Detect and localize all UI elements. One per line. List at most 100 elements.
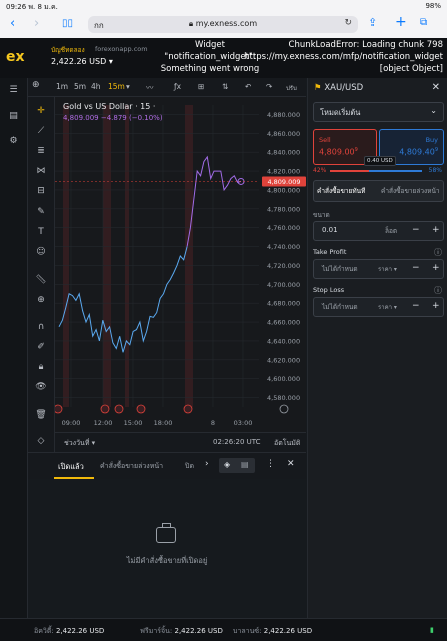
y-tick-label: 4,680.000 — [267, 300, 300, 308]
y-tick-label: 4,580.000 — [267, 394, 300, 402]
event-marker — [55, 404, 63, 414]
y-tick-label: 4,860.000 — [267, 130, 300, 138]
symbol-title[interactable]: ⚑ XAU/USD — [314, 83, 363, 93]
chart-settings-label[interactable]: ปรับ — [286, 83, 297, 93]
briefcase-icon — [156, 523, 176, 543]
add-indicator-icon[interactable]: ⊕ — [32, 80, 40, 90]
tp-increase-button[interactable]: + — [432, 263, 440, 273]
pattern-icon[interactable]: ⋈ — [35, 166, 47, 178]
session-band — [103, 105, 111, 407]
fib-icon[interactable]: ≣ — [35, 146, 47, 158]
text-icon[interactable]: T — [35, 227, 47, 239]
chevron-right-icon[interactable]: › — [205, 459, 209, 469]
tp-decrease-button[interactable]: − — [412, 263, 420, 273]
zoom-icon[interactable]: ⊕ — [35, 295, 47, 307]
account-footer: อิควิตี้: 2,422.26 USD ฟรีมาร์จิ้น: 2,42… — [0, 618, 447, 641]
lock-icon[interactable]: 🔒︎ — [35, 362, 47, 374]
volume-field[interactable]: 0.01 ล็อต − + — [313, 221, 444, 241]
tab-pending-positions[interactable]: คำสั่งซื้อขายล่วงหน้า — [100, 461, 163, 472]
timeframe-4h[interactable]: 4h — [91, 82, 101, 91]
emoji-icon[interactable]: ☺ — [35, 247, 47, 259]
y-tick-label: 4,700.000 — [267, 281, 300, 289]
collapse-icon[interactable]: ◇ — [35, 436, 47, 448]
account-domain: forexonapp.com — [95, 45, 148, 53]
settings-icon[interactable]: ⚙ — [7, 136, 20, 149]
indicators-icon[interactable]: ƒx — [174, 82, 181, 91]
tab-pending-order[interactable]: คำสั่งซื้อขายล่วงหน้า — [381, 186, 440, 196]
undo-icon[interactable]: ↶ — [245, 82, 251, 91]
trash-icon[interactable]: 🗑︎ — [35, 410, 47, 422]
tab-open-positions[interactable]: เปิดแล้ว — [58, 461, 84, 473]
free-margin: ฟรีมาร์จิ้น: 2,422.26 USD — [140, 627, 223, 635]
auto-scale-button[interactable]: อัตโนมัติ — [274, 438, 300, 449]
layout-icon[interactable]: ⊞ — [198, 82, 204, 91]
back-icon[interactable]: ‹ — [10, 16, 15, 31]
share-icon[interactable]: ⇪ — [368, 16, 377, 29]
settings-marker — [279, 404, 289, 414]
lock-drawings-icon[interactable]: ✐ — [35, 342, 47, 354]
timeframe-15m[interactable]: 15m — [108, 82, 125, 91]
tabs-icon[interactable]: ⧉ — [420, 17, 427, 28]
series-line-purple — [186, 155, 242, 247]
sl-unit-select[interactable]: ราคา ▾ — [378, 302, 397, 312]
list-icon[interactable]: ▤ — [241, 460, 249, 469]
orders-icon[interactable]: ▤ — [7, 111, 20, 124]
order-panel: ⚑ XAU/USD ✕ โหมดเริ่มต้น ⌄ Sell 4,809.00… — [307, 78, 447, 618]
exness-logo[interactable]: ex — [6, 49, 28, 65]
balance: บาลานซ์: 2,422.26 USD — [233, 627, 313, 635]
positions-tabbar: เปิดแล้ว คำสั่งซื้อขายล่วงหน้า ปิด › ◈ ▤… — [28, 452, 306, 480]
tab-closed-positions[interactable]: ปิด — [185, 461, 194, 472]
visibility-icon[interactable]: 👁︎ — [35, 382, 47, 394]
x-tick-label: 12:00 — [94, 419, 113, 427]
account-balance[interactable]: 2,422.26 USD ▾ — [51, 57, 113, 66]
sl-info-icon[interactable]: ⓘ — [434, 285, 442, 296]
session-band — [125, 105, 129, 407]
y-tick-label: 4,600.000 — [267, 375, 300, 383]
volume-decrease-button[interactable]: − — [412, 225, 420, 235]
tp-unit-select[interactable]: ราคา ▾ — [378, 264, 397, 274]
timeframe-1m[interactable]: 1m — [56, 82, 68, 91]
timeframe-dropdown-icon[interactable]: ▾ — [126, 82, 130, 91]
tab-market-order[interactable]: คำสั่งซื้อขายทันที — [317, 186, 365, 196]
tp-info-icon[interactable]: ⓘ — [434, 247, 442, 258]
projection-icon[interactable]: ⊟ — [35, 186, 47, 198]
volume-increase-button[interactable]: + — [432, 225, 440, 235]
forward-icon[interactable]: › — [34, 16, 39, 31]
close-icon[interactable]: ✕ — [432, 82, 440, 93]
crosshair-icon[interactable]: ✛ — [35, 106, 47, 118]
timeframe-5m[interactable]: 5m — [74, 82, 86, 91]
bookmarks-icon[interactable]: ▯▯ — [62, 18, 73, 29]
date-range-button[interactable]: ช่วงวันที่ ▾ — [64, 438, 95, 449]
lock-icon: 🔒︎ — [188, 19, 196, 28]
magnet-icon[interactable]: ∩ — [35, 322, 47, 334]
chart-type-icon[interactable]: 〰 — [146, 82, 154, 93]
chevron-down-icon: ⌄ — [430, 106, 437, 115]
menu-icon[interactable]: ☰ — [7, 85, 20, 98]
compare-icon[interactable]: ⇅ — [222, 82, 228, 91]
y-tick-label: 4,660.000 — [267, 319, 300, 327]
stop-loss-field[interactable]: ไม่ได้กำหนด ราคา ▾ − + — [313, 297, 444, 317]
account-type[interactable]: บัญชีทดลอง — [51, 45, 85, 55]
take-profit-field[interactable]: ไม่ได้กำหนด ราคา ▾ − + — [313, 259, 444, 279]
trendline-icon[interactable]: ⟋ — [35, 126, 47, 138]
layers-icon[interactable]: ◈ — [224, 460, 230, 469]
order-type-tabs: คำสั่งซื้อขายทันที คำสั่งซื้อขายล่วงหน้า — [313, 180, 444, 202]
sl-increase-button[interactable]: + — [432, 301, 440, 311]
address-bar[interactable]: กก 🔒︎ my.exness.com ↻ — [88, 16, 358, 33]
chunk-error-text: ChunkLoadError: Loading chunk 798 https:… — [244, 40, 443, 74]
take-profit-label: Take Profit — [313, 248, 347, 256]
price-chart[interactable]: 4,880.000 4,860.000 4,840.000 4,820.000 4,80… — [55, 97, 306, 432]
price-tag: 4,809.009 — [267, 178, 300, 186]
status-battery: 98% — [425, 2, 441, 10]
redo-icon[interactable]: ↷ — [266, 82, 272, 91]
sl-decrease-button[interactable]: − — [412, 301, 420, 311]
close-panel-icon[interactable]: ✕ — [287, 459, 295, 469]
stop-loss-label: Stop Loss — [313, 286, 345, 294]
ruler-icon[interactable]: 📏︎ — [35, 275, 47, 287]
more-icon[interactable]: ⋮ — [266, 459, 275, 469]
reload-icon[interactable]: ↻ — [344, 18, 352, 28]
new-tab-icon[interactable]: + — [395, 14, 407, 30]
brush-icon[interactable]: ✎ — [35, 207, 47, 219]
volume-value: 0.01 — [322, 226, 338, 234]
mode-select[interactable]: โหมดเริ่มต้น ⌄ — [313, 102, 444, 122]
